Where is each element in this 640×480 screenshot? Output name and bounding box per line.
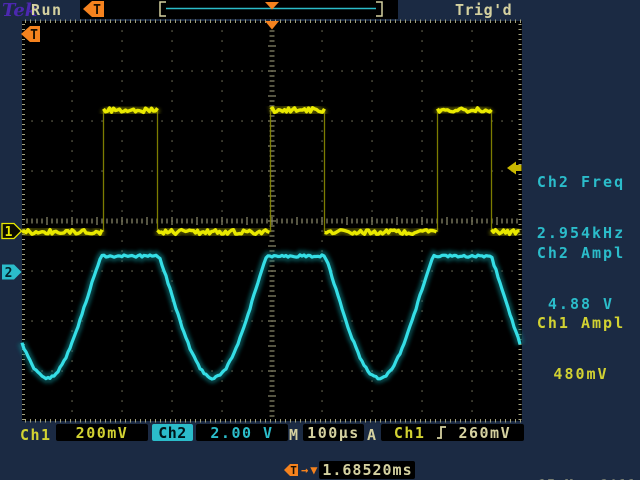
ch1-reference-marker: 1 — [2, 224, 22, 241]
ch1-scale-readout: 200mV — [56, 424, 148, 441]
datetime-readout: 15 Mar 2011 16:51:56 — [538, 446, 636, 480]
acquisition-status: Run — [31, 1, 63, 19]
measurement-label: Ch1 Ampl — [522, 315, 640, 332]
delay-time-readout: 1.68520ms — [319, 461, 415, 479]
trigger-t-glyph: T — [290, 464, 297, 477]
trigger-status: Trig'd — [455, 1, 512, 19]
timebase-readout: 100µs — [303, 424, 364, 441]
arrow-right-icon: → — [301, 464, 308, 476]
ch2-marker-label: 2 — [5, 266, 13, 281]
trigger-t-icon-footer: T — [284, 463, 299, 477]
triangle-down-icon: ▼ — [310, 464, 317, 476]
ch2-label-selected: Ch2 — [152, 424, 193, 441]
ch2-reference-marker: 2 — [2, 265, 22, 282]
measurement-label: Ch2 Freq — [522, 174, 640, 191]
trigger-t-glyph: T — [93, 3, 101, 18]
measurement-label: Ch2 Ampl — [522, 245, 640, 262]
trigger-menu-label: A — [367, 426, 378, 444]
topbar-black-strip — [80, 0, 398, 19]
trigger-readout: Ch1 260mV — [381, 424, 524, 441]
measurement-value: 480mV — [522, 366, 640, 383]
trigger-t-glyph: T — [30, 28, 38, 43]
oscilloscope-screen: T T 1 2 Tek Run Trig'd — [0, 0, 640, 480]
horizontal-delay-readout-row: T → ▼ 1.68520ms — [284, 460, 415, 479]
trigger-source: Ch1 — [394, 424, 426, 442]
trigger-level-value: 260mV — [458, 424, 511, 442]
ch1-marker-label: 1 — [5, 225, 13, 240]
ch1-label: Ch1 — [20, 426, 52, 444]
measurement-ch1-ampl: Ch1 Ampl 480mV — [522, 281, 640, 417]
ch2-scale-readout: 2.00 V — [196, 424, 288, 441]
rising-edge-slope-icon — [436, 425, 447, 440]
timebase-label: M — [289, 426, 300, 444]
